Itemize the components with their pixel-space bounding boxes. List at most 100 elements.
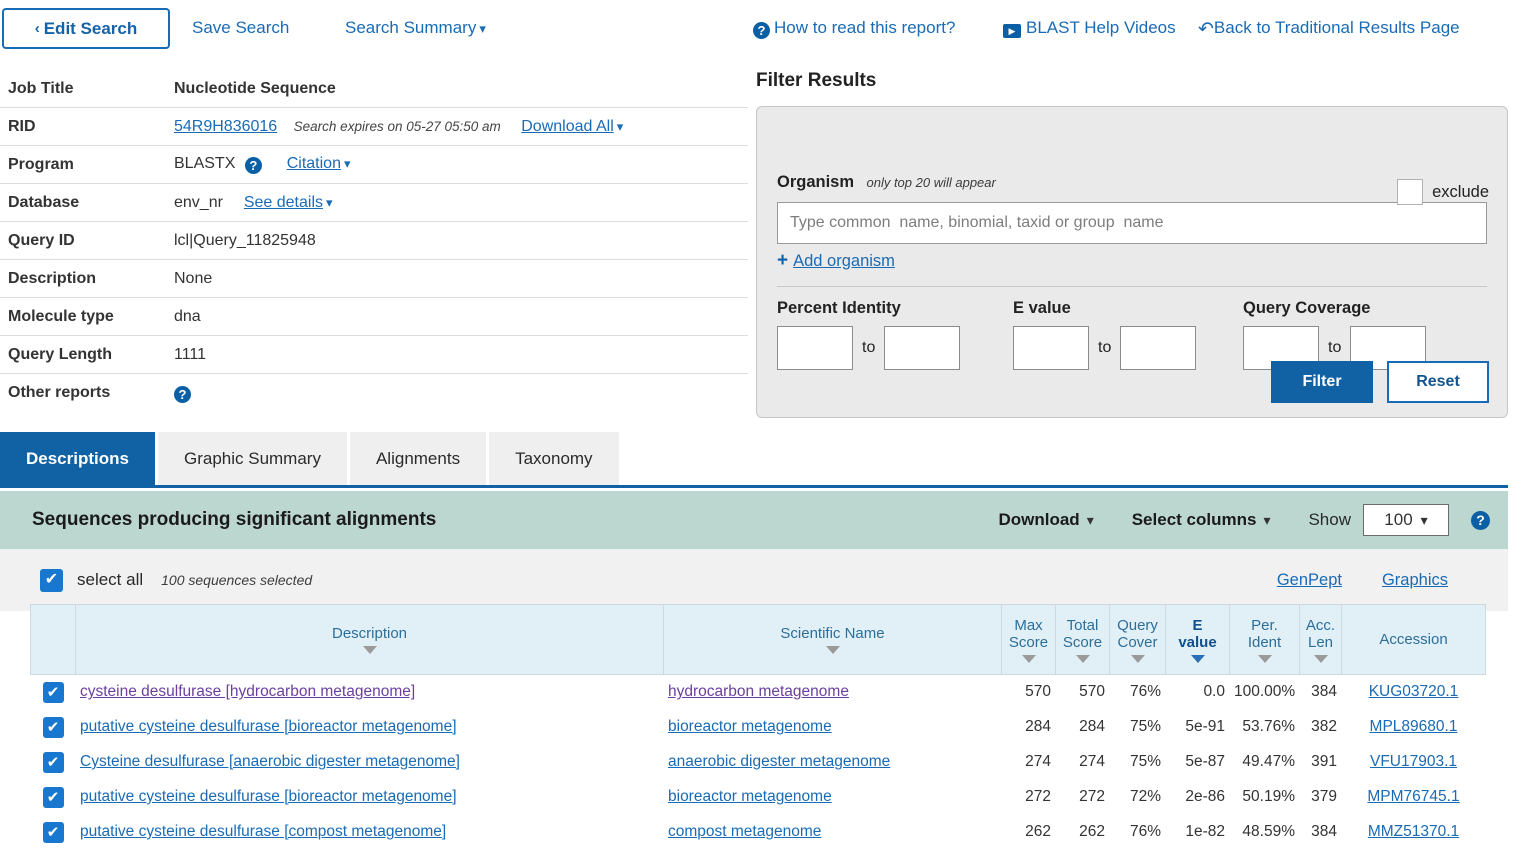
tab-descriptions[interactable]: Descriptions [0,432,155,485]
add-organism-button[interactable]: + Add organism [777,250,895,272]
search-summary-menu[interactable]: Search Summary ▾ [345,18,486,38]
download-all-menu[interactable]: Download All [521,118,614,135]
help-icon: ? [753,22,770,39]
row-checkbox-cell[interactable]: ✔ [30,744,76,780]
organism-section: Organism only top 20 will appear exclude… [777,123,1489,272]
see-details-chevron-down-icon[interactable]: ▾ [326,195,333,210]
row-checkbox-cell[interactable]: ✔ [30,779,76,815]
graphics-link[interactable]: Graphics [1382,571,1448,590]
sort-arrow-icon[interactable] [1021,654,1036,663]
row-accession-link[interactable]: KUG03720.1 [1369,683,1459,700]
row-checkbox[interactable]: ✔ [42,786,64,808]
back-to-traditional-results-link[interactable]: ↶Back to Traditional Results Page [1198,18,1460,41]
show-count-select[interactable]: 100 ▾ [1363,504,1449,536]
organism-input[interactable] [777,202,1487,244]
blast-help-videos-link[interactable]: ▶ BLAST Help Videos [1003,18,1176,38]
row-description-link[interactable]: cysteine desulfurase [hydrocarbon metage… [80,683,415,700]
row-total-score: 274 [1055,744,1110,780]
sort-arrow-icon-active[interactable] [1190,654,1205,663]
tab-alignments[interactable]: Alignments [349,432,487,485]
summary-row-description: Description None [0,260,748,298]
th-total-score[interactable]: Total Score [1055,604,1110,675]
row-checkbox[interactable]: ✔ [42,751,64,773]
see-details-menu[interactable]: See details [244,194,323,211]
evalue-to-input[interactable] [1120,326,1197,370]
row-accession-link[interactable]: MPM76745.1 [1367,788,1459,805]
strip-links: GenPept Graphics [1237,571,1448,590]
exclude-checkbox[interactable] [1397,179,1424,205]
th-per-ident[interactable]: Per. Ident [1229,604,1300,675]
row-scientific-name-link[interactable]: hydrocarbon metagenome [668,683,849,700]
th-query-cover-line2: Cover [1117,633,1158,651]
sort-arrow-icon[interactable] [1257,654,1272,663]
percent-identity-to-input[interactable] [884,326,961,370]
row-query-cover: 75% [1109,709,1166,745]
th-query-cover[interactable]: Query Cover [1109,604,1166,675]
citation-menu[interactable]: Citation [287,155,341,172]
tab-graphic-summary[interactable]: Graphic Summary [157,432,347,485]
edit-search-button[interactable]: ‹ Edit Search [2,8,170,49]
sort-arrow-icon[interactable] [1075,654,1090,663]
row-scientific-name-link[interactable]: bioreactor metagenome [668,788,832,805]
summary-row-database: Database env_nr See details ▾ [0,184,748,222]
row-accession-link[interactable]: MPL89680.1 [1370,718,1458,735]
summary-row-query-length: Query Length 1111 [0,336,748,374]
other-reports-help-icon[interactable]: ? [174,385,191,403]
percent-identity-to-label: to [862,339,876,356]
select-all-checkbox[interactable]: ✔ [40,568,63,592]
video-play-icon: ▶ [1003,24,1021,38]
citation-chevron-down-icon[interactable]: ▾ [344,156,351,171]
query-coverage-filter: Query Coverage to [1243,299,1473,370]
results-help-button[interactable]: ? [1471,510,1490,530]
save-search-link[interactable]: Save Search [192,18,289,38]
row-accession-cell: VFU17903.1 [1341,744,1486,780]
row-scientific-name-link[interactable]: bioreactor metagenome [668,718,832,735]
program-help-icon[interactable]: ? [244,157,262,174]
row-description-link[interactable]: Cysteine desulfurase [anaerobic digester… [80,753,460,770]
results-tabs: Descriptions Graphic Summary Alignments … [0,432,1508,488]
exclude-control[interactable]: exclude [1397,179,1489,205]
sort-arrow-icon[interactable] [362,646,377,654]
row-checkbox[interactable]: ✔ [42,716,64,738]
add-organism-label[interactable]: Add organism [793,252,895,271]
tab-taxonomy[interactable]: Taxonomy [489,432,619,485]
th-scientific-name[interactable]: Scientific Name [663,604,1002,675]
th-accession: Accession [1341,604,1486,675]
rid-value-link[interactable]: 54R9H836016 [174,118,277,135]
th-evalue[interactable]: E value [1165,604,1230,675]
select-columns-menu[interactable]: Select columns ▾ [1132,510,1271,530]
help-videos-label: BLAST Help Videos [1026,18,1176,37]
percent-identity-from-input[interactable] [777,326,853,370]
table-row: ✔ putative cysteine desulfurase [compost… [30,814,1486,850]
row-scientific-name-link[interactable]: anaerobic digester metagenome [668,753,890,770]
evalue-from-input[interactable] [1013,326,1089,370]
th-description[interactable]: Description [75,604,664,675]
program-value: BLASTX [174,155,236,172]
row-per-ident: 48.59% [1229,814,1300,850]
sort-arrow-icon[interactable] [1130,654,1145,663]
row-query-cover: 72% [1109,779,1166,815]
sort-arrow-icon[interactable] [1313,654,1328,663]
row-checkbox-cell[interactable]: ✔ [30,814,76,850]
row-description-link[interactable]: putative cysteine desulfurase [bioreacto… [80,718,457,735]
row-accession-link[interactable]: VFU17903.1 [1370,753,1457,770]
download-all-chevron-down-icon[interactable]: ▾ [617,119,624,134]
row-query-cover: 76% [1109,814,1166,850]
row-acc-len: 382 [1299,709,1342,745]
row-description-link[interactable]: putative cysteine desulfurase [bioreacto… [80,788,457,805]
filter-button[interactable]: Filter [1271,361,1373,403]
row-checkbox[interactable]: ✔ [42,821,64,843]
th-max-score[interactable]: Max Score [1001,604,1056,675]
results-table-body: ✔ cysteine desulfurase [hydrocarbon meta… [30,674,1486,850]
row-checkbox-cell[interactable]: ✔ [30,674,76,710]
download-menu[interactable]: Download ▾ [998,510,1093,530]
reset-button[interactable]: Reset [1387,361,1489,403]
row-checkbox-cell[interactable]: ✔ [30,709,76,745]
genpept-link[interactable]: GenPept [1277,571,1342,590]
th-acc-len[interactable]: Acc. Len [1299,604,1342,675]
plus-icon: + [777,250,789,271]
row-checkbox[interactable]: ✔ [42,681,64,703]
how-to-read-report-link[interactable]: ? How to read this report? [753,18,955,39]
sort-arrow-icon[interactable] [825,646,840,654]
summary-row-molecule-type: Molecule type dna [0,298,748,336]
